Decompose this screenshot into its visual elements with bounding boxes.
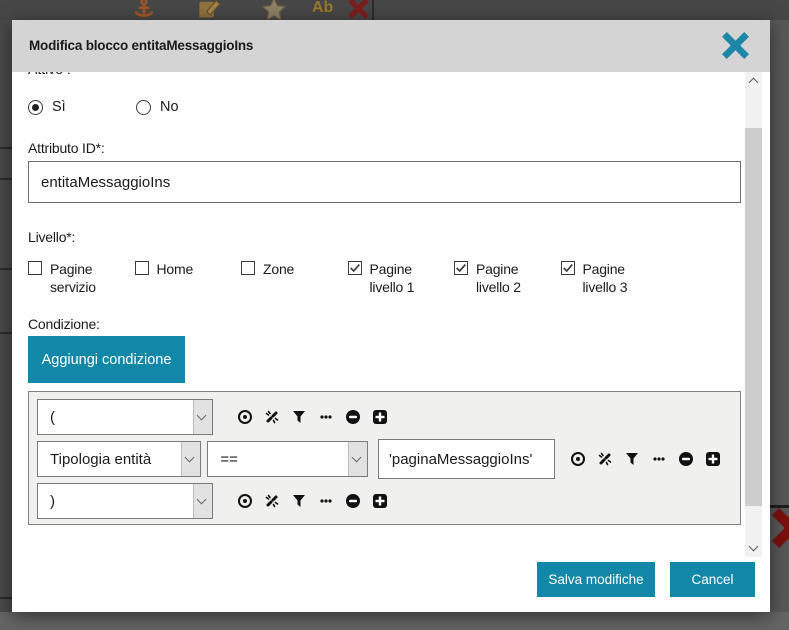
anchor-icon: [133, 0, 155, 20]
background-bottom-strip: [0, 612, 789, 630]
add-icon[interactable]: [705, 451, 721, 467]
text-style-icon: Ab: [312, 0, 333, 17]
background-toolbar: Ab: [0, 0, 789, 20]
more-icon[interactable]: [318, 493, 334, 509]
checkbox-pagine-servizio[interactable]: Pagine servizio: [28, 260, 135, 296]
filter-icon[interactable]: [291, 409, 307, 425]
condizione-label: Condizione:: [28, 316, 725, 332]
attivo-radio-group: Sì No: [28, 99, 725, 115]
unlink-icon[interactable]: [264, 493, 280, 509]
condition-row-expression: Tipologia entità ==: [37, 439, 732, 479]
radio-si[interactable]: Sì: [28, 99, 136, 115]
scroll-down-icon: [748, 542, 758, 552]
checkbox-pagine-livello-2[interactable]: Pagine livello 2: [454, 260, 561, 296]
radio-no-label: No: [160, 99, 179, 115]
close-icon: [722, 32, 749, 59]
save-button[interactable]: Salva modifiche: [537, 562, 655, 597]
edit-block-dialog: Modifica blocco entitaMessaggioIns Attiv…: [12, 20, 770, 612]
field-select[interactable]: Tipologia entità: [37, 441, 201, 477]
check-icon: [455, 262, 467, 274]
dialog-title: Modifica blocco entitaMessaggioIns: [29, 20, 253, 72]
add-icon[interactable]: [372, 409, 388, 425]
close-button[interactable]: [721, 32, 749, 60]
checkbox-zone[interactable]: Zone: [241, 260, 348, 296]
scrollbar-thumb[interactable]: [745, 128, 762, 506]
toolbar-separator: [372, 0, 374, 20]
row-actions: [237, 493, 399, 509]
remove-icon[interactable]: [345, 409, 361, 425]
radio-si-label: Sì: [52, 99, 66, 115]
vertical-scrollbar[interactable]: [745, 72, 762, 557]
dialog-footer: Salva modifiche Cancel: [12, 557, 770, 612]
star-icon: [262, 0, 286, 21]
scroll-down-button[interactable]: [745, 539, 762, 557]
background-left-strip: [0, 20, 12, 612]
background-right-strip: [770, 20, 789, 612]
chevron-down-icon[interactable]: [348, 442, 367, 476]
add-icon[interactable]: [372, 493, 388, 509]
target-icon[interactable]: [570, 451, 586, 467]
stamp-icon: [197, 0, 221, 20]
background-delete-icon: [772, 508, 789, 548]
dialog-body: Attivo : Sì No Attributo ID*: Livello*:: [12, 72, 770, 557]
condition-row-close-bracket: ): [37, 483, 732, 519]
filter-icon[interactable]: [291, 493, 307, 509]
bracket-select[interactable]: (: [37, 399, 213, 435]
cancel-button[interactable]: Cancel: [670, 562, 755, 597]
attivo-label: Attivo :: [28, 72, 725, 81]
scroll-up-button[interactable]: [745, 72, 762, 90]
operator-select[interactable]: ==: [207, 441, 368, 477]
target-icon[interactable]: [237, 409, 253, 425]
checkbox-box[interactable]: [28, 261, 42, 275]
remove-icon[interactable]: [678, 451, 694, 467]
add-condition-button[interactable]: Aggiungi condizione: [28, 336, 185, 383]
checkbox-box[interactable]: [454, 261, 468, 275]
radio-no[interactable]: No: [136, 99, 244, 115]
scroll-up-icon: [748, 78, 758, 88]
checkbox-pagine-livello-1[interactable]: Pagine livello 1: [348, 260, 455, 296]
filter-icon[interactable]: [624, 451, 640, 467]
livello-label: Livello*:: [28, 229, 725, 245]
condition-value-input[interactable]: [378, 439, 555, 479]
check-icon: [349, 262, 361, 274]
unlink-icon[interactable]: [597, 451, 613, 467]
unlink-icon[interactable]: [264, 409, 280, 425]
radio-no-circle[interactable]: [136, 100, 151, 115]
more-icon[interactable]: [651, 451, 667, 467]
row-actions: [237, 409, 399, 425]
checkbox-box[interactable]: [241, 261, 255, 275]
condition-builder: (: [28, 391, 741, 525]
checkbox-home[interactable]: Home: [135, 260, 242, 296]
delete-icon: [348, 0, 369, 19]
bracket-select[interactable]: ): [37, 483, 213, 519]
attributo-id-input[interactable]: [28, 161, 741, 203]
radio-si-circle[interactable]: [28, 100, 43, 115]
livello-checkbox-group: Pagine servizio Home Zone: [28, 260, 725, 296]
checkbox-box[interactable]: [561, 261, 575, 275]
screen: Ab Modifica blocco entitaMessaggioIns: [0, 0, 789, 630]
chevron-down-icon[interactable]: [193, 400, 212, 434]
chevron-down-icon[interactable]: [193, 484, 212, 518]
condition-row-open-bracket: (: [37, 399, 732, 435]
more-icon[interactable]: [318, 409, 334, 425]
dialog-header: Modifica blocco entitaMessaggioIns: [12, 20, 770, 72]
chevron-down-icon[interactable]: [181, 442, 200, 476]
row-actions: [570, 451, 732, 467]
attributo-id-label: Attributo ID*:: [28, 140, 725, 156]
checkbox-box[interactable]: [348, 261, 362, 275]
check-icon: [562, 262, 574, 274]
checkbox-pagine-livello-3[interactable]: Pagine livello 3: [561, 260, 668, 296]
target-icon[interactable]: [237, 493, 253, 509]
checkbox-box[interactable]: [135, 261, 149, 275]
remove-icon[interactable]: [345, 493, 361, 509]
